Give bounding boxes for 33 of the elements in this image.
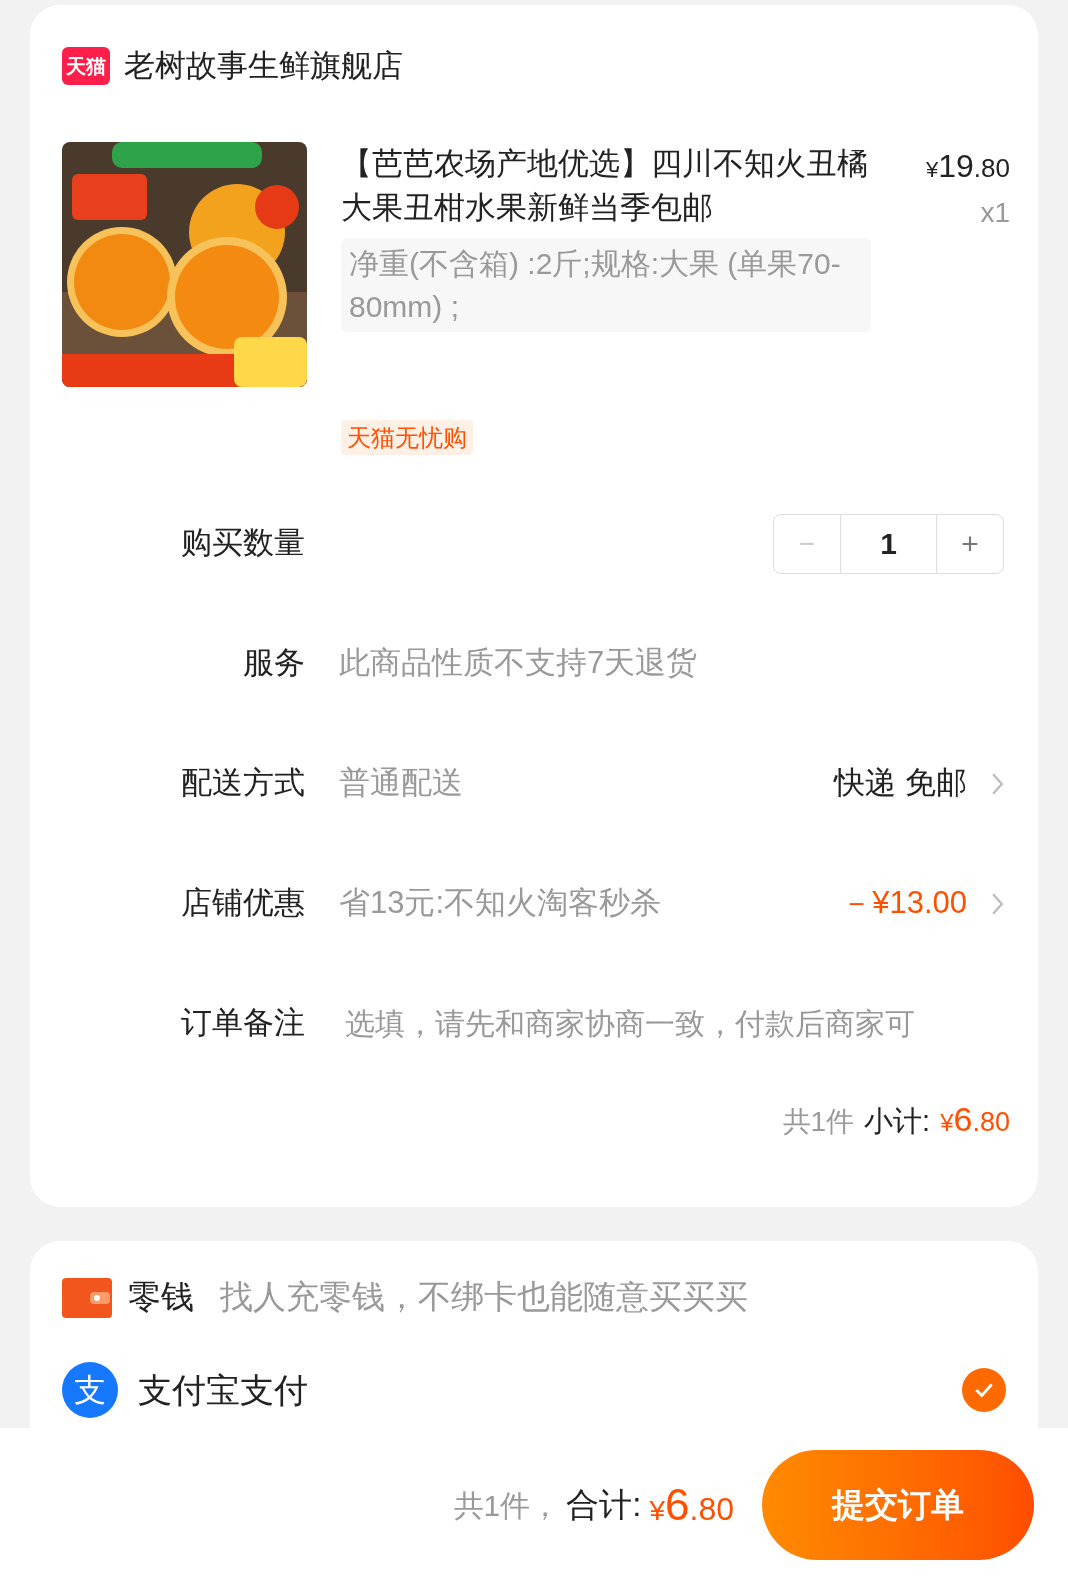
- chevron-right-icon: [991, 891, 1004, 916]
- subtotal-label: 小计:: [864, 1103, 931, 1139]
- store-badge: 天猫: [62, 47, 110, 86]
- row-label: 服务: [242, 644, 305, 683]
- row-label: 店铺优惠: [180, 884, 305, 923]
- product-count: x1: [980, 195, 1010, 230]
- quantity-value[interactable]: 1: [840, 514, 937, 573]
- total-count: 共1件，: [453, 1487, 561, 1524]
- shipping-option[interactable]: 快递 免邮: [834, 760, 967, 807]
- increment-button[interactable]: +: [937, 514, 1003, 573]
- subtotal-amount: ¥6.80: [940, 1098, 1010, 1140]
- store-name: 老树故事生鲜旗舰店: [124, 47, 403, 85]
- row-label: 订单备注: [180, 1004, 305, 1043]
- row-value: 省13元:不知火淘客秒杀: [339, 884, 663, 923]
- payment-name[interactable]: 支付宝支付: [138, 1367, 308, 1412]
- row-value: 普通配送: [339, 764, 464, 803]
- product-price: ¥19.80: [926, 146, 1010, 186]
- item-count: 共1件: [782, 1104, 855, 1139]
- payment-note: 找人充零钱，不绑卡也能随意买买买: [220, 1276, 748, 1317]
- wallet-icon: [62, 1275, 112, 1318]
- alipay-icon: 支: [62, 1361, 118, 1418]
- payment-name[interactable]: 零钱: [128, 1271, 194, 1322]
- service-tag: 天猫无忧购: [341, 419, 473, 455]
- order-note-field[interactable]: 选填，请先和商家协商一致，付款后商家可: [345, 1001, 1004, 1046]
- row-label: 购买数量: [180, 524, 305, 563]
- row-label: 配送方式: [180, 764, 305, 803]
- product-spec: 净重(不含箱) :2斤;规格:大果 (单果70-80mm) ;: [341, 237, 871, 332]
- service-note: 此商品性质不支持7天退货: [339, 644, 698, 683]
- selected-check-icon[interactable]: [962, 1367, 1006, 1412]
- total-amount: ¥6.80: [649, 1479, 734, 1531]
- total-label: 合计:: [566, 1485, 642, 1526]
- chevron-right-icon: [991, 771, 1004, 796]
- product-title: 【芭芭农场产地优选】四川不知火丑橘大果丑柑水果新鲜当季包邮: [341, 144, 869, 227]
